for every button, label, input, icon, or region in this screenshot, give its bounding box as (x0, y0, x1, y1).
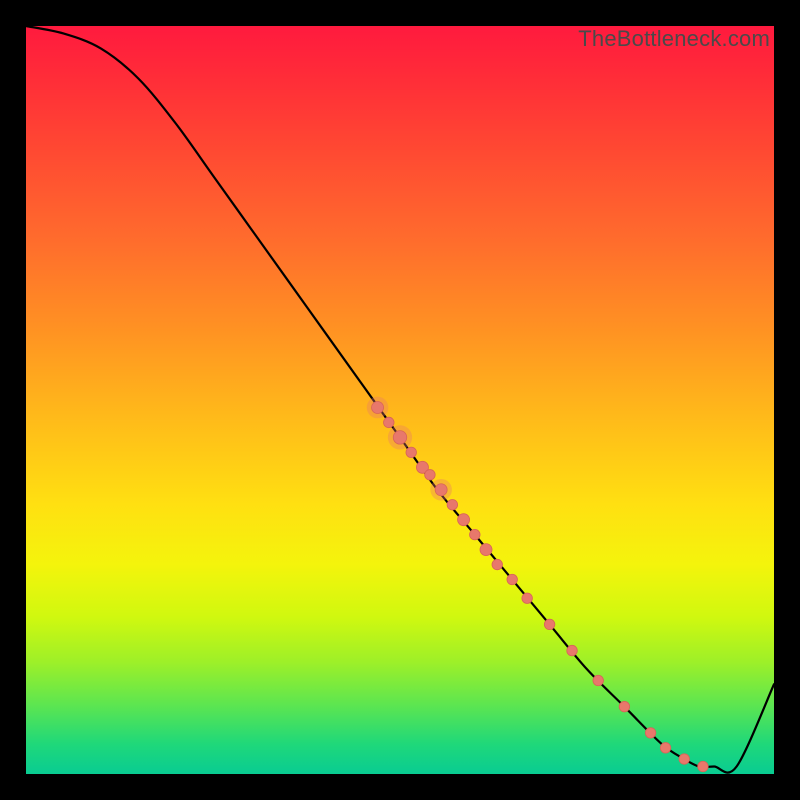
plot-area: TheBottleneck.com (26, 26, 774, 774)
data-point (698, 761, 709, 772)
data-point (406, 447, 417, 458)
data-point (480, 544, 492, 556)
data-point (492, 559, 503, 570)
chart-frame: TheBottleneck.com (0, 0, 800, 800)
chart-overlay (26, 26, 774, 774)
data-point (458, 514, 470, 526)
data-point (435, 484, 447, 496)
data-point (593, 675, 604, 686)
data-point (567, 645, 578, 656)
data-point (619, 701, 630, 712)
data-point (447, 499, 458, 510)
data-point (384, 417, 395, 428)
data-point (425, 470, 436, 481)
data-points (367, 397, 708, 772)
data-point (393, 431, 407, 445)
data-point (507, 574, 518, 585)
data-point (544, 619, 555, 630)
data-point (372, 401, 384, 413)
bottleneck-curve (26, 26, 774, 773)
data-point (679, 754, 690, 765)
data-point (522, 593, 533, 604)
data-point (660, 743, 671, 754)
data-point (645, 728, 656, 739)
data-point (470, 529, 481, 540)
